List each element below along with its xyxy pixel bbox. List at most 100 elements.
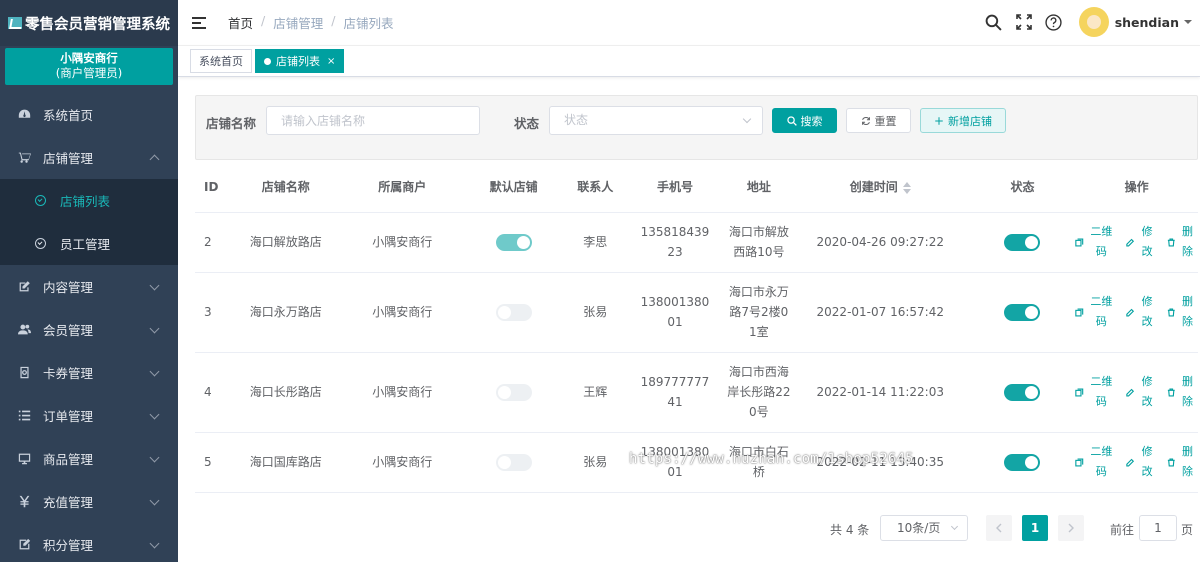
goto-page-input[interactable]: 1 xyxy=(1139,515,1177,541)
fullscreen-icon[interactable] xyxy=(1015,13,1033,31)
page-number-button[interactable]: 1 xyxy=(1022,515,1048,541)
sidebar-item-orders[interactable]: 订单管理 xyxy=(0,394,178,437)
cell-address: 海口市解放西路10号 xyxy=(728,225,789,259)
edit-icon xyxy=(1126,388,1135,396)
default-store-switch[interactable] xyxy=(495,454,532,471)
tag-home[interactable]: 系统首页 xyxy=(190,49,252,73)
default-store-switch[interactable] xyxy=(495,304,532,321)
chevron-down-icon xyxy=(149,323,160,334)
sidebar-item-label: 商品管理 xyxy=(43,452,94,467)
main-area: 首页 / 店铺管理 / 店铺列表 shendian 系统首页 店铺列表 × 店铺… xyxy=(178,0,1200,562)
sidebar-item-recharge[interactable]: 充值管理 xyxy=(0,480,178,523)
trash-icon xyxy=(1167,458,1175,466)
edit-link[interactable]: 修改 xyxy=(1126,372,1157,412)
sidebar-item-points[interactable]: 积分管理 xyxy=(0,523,178,566)
status-switch[interactable] xyxy=(1004,304,1041,321)
delete-link[interactable]: 删除 xyxy=(1167,292,1198,332)
add-store-button[interactable]: 新增店铺 xyxy=(920,108,1006,133)
delete-link[interactable]: 删除 xyxy=(1167,442,1198,482)
chevron-down-icon xyxy=(742,114,752,124)
sidebar-item-store-list[interactable]: 店铺列表 xyxy=(0,179,178,222)
sidebar-item-store-management[interactable]: 店铺管理 xyxy=(0,136,178,179)
sidebar-item-staff[interactable]: 员工管理 xyxy=(0,222,178,265)
delete-label: 删除 xyxy=(1182,295,1194,328)
status-switch[interactable] xyxy=(1004,384,1041,401)
cell-id: 5 xyxy=(195,432,227,493)
cell-merchant: 小隅安商行 xyxy=(344,432,460,493)
pagination-total: 共 4 条 xyxy=(830,523,870,537)
column-header-created[interactable]: 创建时间 xyxy=(790,162,970,213)
dashboard-icon xyxy=(17,108,31,122)
delete-link[interactable]: 删除 xyxy=(1167,372,1198,412)
cell-merchant: 小隅安商行 xyxy=(344,212,460,273)
edit-link[interactable]: 修改 xyxy=(1126,442,1157,482)
tag-store-list[interactable]: 店铺列表 × xyxy=(255,49,345,73)
delete-link[interactable]: 删除 xyxy=(1167,222,1198,262)
edit-link[interactable]: 修改 xyxy=(1126,292,1157,332)
column-header-actions: 操作 xyxy=(1075,162,1198,213)
qrcode-link[interactable]: 二维码 xyxy=(1075,222,1117,262)
edit-square-icon xyxy=(17,538,31,552)
table-header-row: ID 店铺名称 所属商户 默认店铺 联系人 手机号 地址 创建时间 状态 操作 xyxy=(195,162,1198,213)
edit-icon xyxy=(1126,238,1135,246)
coupon-icon xyxy=(17,366,31,380)
sidebar-item-coupons[interactable]: 卡券管理 xyxy=(0,351,178,394)
page-size-select[interactable]: 10条/页 xyxy=(880,515,968,541)
avatar[interactable] xyxy=(1078,7,1109,37)
breadcrumb-separator: / xyxy=(331,13,336,28)
status-switch[interactable] xyxy=(1004,234,1041,251)
status-select[interactable]: 状态 xyxy=(549,106,763,135)
page-size-value: 10条/页 xyxy=(897,521,941,535)
app-logo[interactable]: 零售会员营销管理系统 xyxy=(0,0,178,46)
qrcode-link[interactable]: 二维码 xyxy=(1075,442,1117,482)
edit-link[interactable]: 修改 xyxy=(1126,222,1157,262)
cell-merchant: 小隅安商行 xyxy=(344,352,460,433)
reset-button[interactable]: 重置 xyxy=(846,108,911,133)
menu-toggle-icon[interactable] xyxy=(192,16,206,29)
status-switch[interactable] xyxy=(1004,454,1041,471)
username[interactable]: shendian xyxy=(1115,15,1179,30)
sidebar: 零售会员营销管理系统 小隅安商行 (商户管理员) 系统首页 店铺管理 店铺列表 … xyxy=(0,0,178,562)
sidebar-submenu: 店铺列表 员工管理 xyxy=(0,179,178,265)
merchant-name: 小隅安商行 xyxy=(60,51,118,65)
column-header-contact: 联系人 xyxy=(567,162,624,213)
help-icon[interactable] xyxy=(1045,13,1063,31)
cell-store-name: 海口永万路店 xyxy=(249,305,322,319)
navbar-actions: shendian xyxy=(985,7,1192,37)
edit-icon xyxy=(17,280,31,294)
trash-icon xyxy=(1167,308,1175,316)
sort-caret-icon[interactable] xyxy=(902,181,911,194)
default-store-switch[interactable] xyxy=(495,234,532,251)
chevron-down-icon xyxy=(149,280,160,291)
cell-phone: 18977777741 xyxy=(640,375,710,409)
sidebar-item-members[interactable]: 会员管理 xyxy=(0,308,178,351)
copy-icon xyxy=(1075,308,1084,316)
qrcode-label: 二维码 xyxy=(1090,225,1113,258)
search-button[interactable]: 搜索 xyxy=(772,108,837,133)
tag-label: 店铺列表 xyxy=(276,55,320,68)
cell-contact: 张易 xyxy=(567,432,624,493)
breadcrumb-home[interactable]: 首页 xyxy=(228,13,253,32)
page-unit-label: 页 xyxy=(1181,523,1194,537)
sidebar-item-products[interactable]: 商品管理 xyxy=(0,437,178,480)
search-button-label: 搜索 xyxy=(800,114,823,128)
prev-page-button[interactable] xyxy=(986,515,1012,541)
sidebar-item-home[interactable]: 系统首页 xyxy=(0,93,178,136)
active-dot-icon xyxy=(264,57,271,65)
row-actions: 二维码 修改 删除 xyxy=(1075,442,1198,482)
column-header-address: 地址 xyxy=(726,162,791,213)
search-icon xyxy=(786,115,797,126)
qrcode-link[interactable]: 二维码 xyxy=(1075,372,1117,412)
default-store-switch[interactable] xyxy=(495,384,532,401)
next-page-button[interactable] xyxy=(1058,515,1084,541)
store-name-input[interactable] xyxy=(266,106,480,135)
store-table: ID 店铺名称 所属商户 默认店铺 联系人 手机号 地址 创建时间 状态 操作 … xyxy=(195,162,1198,493)
refresh-icon xyxy=(861,116,870,125)
merchant-badge: 小隅安商行 (商户管理员) xyxy=(5,48,173,85)
add-store-button-label: 新增店铺 xyxy=(948,114,992,128)
sidebar-item-content[interactable]: 内容管理 xyxy=(0,265,178,308)
qrcode-link[interactable]: 二维码 xyxy=(1075,292,1117,332)
caret-down-icon[interactable] xyxy=(1184,20,1192,24)
search-icon[interactable] xyxy=(985,13,1003,31)
close-icon[interactable]: × xyxy=(327,56,335,67)
